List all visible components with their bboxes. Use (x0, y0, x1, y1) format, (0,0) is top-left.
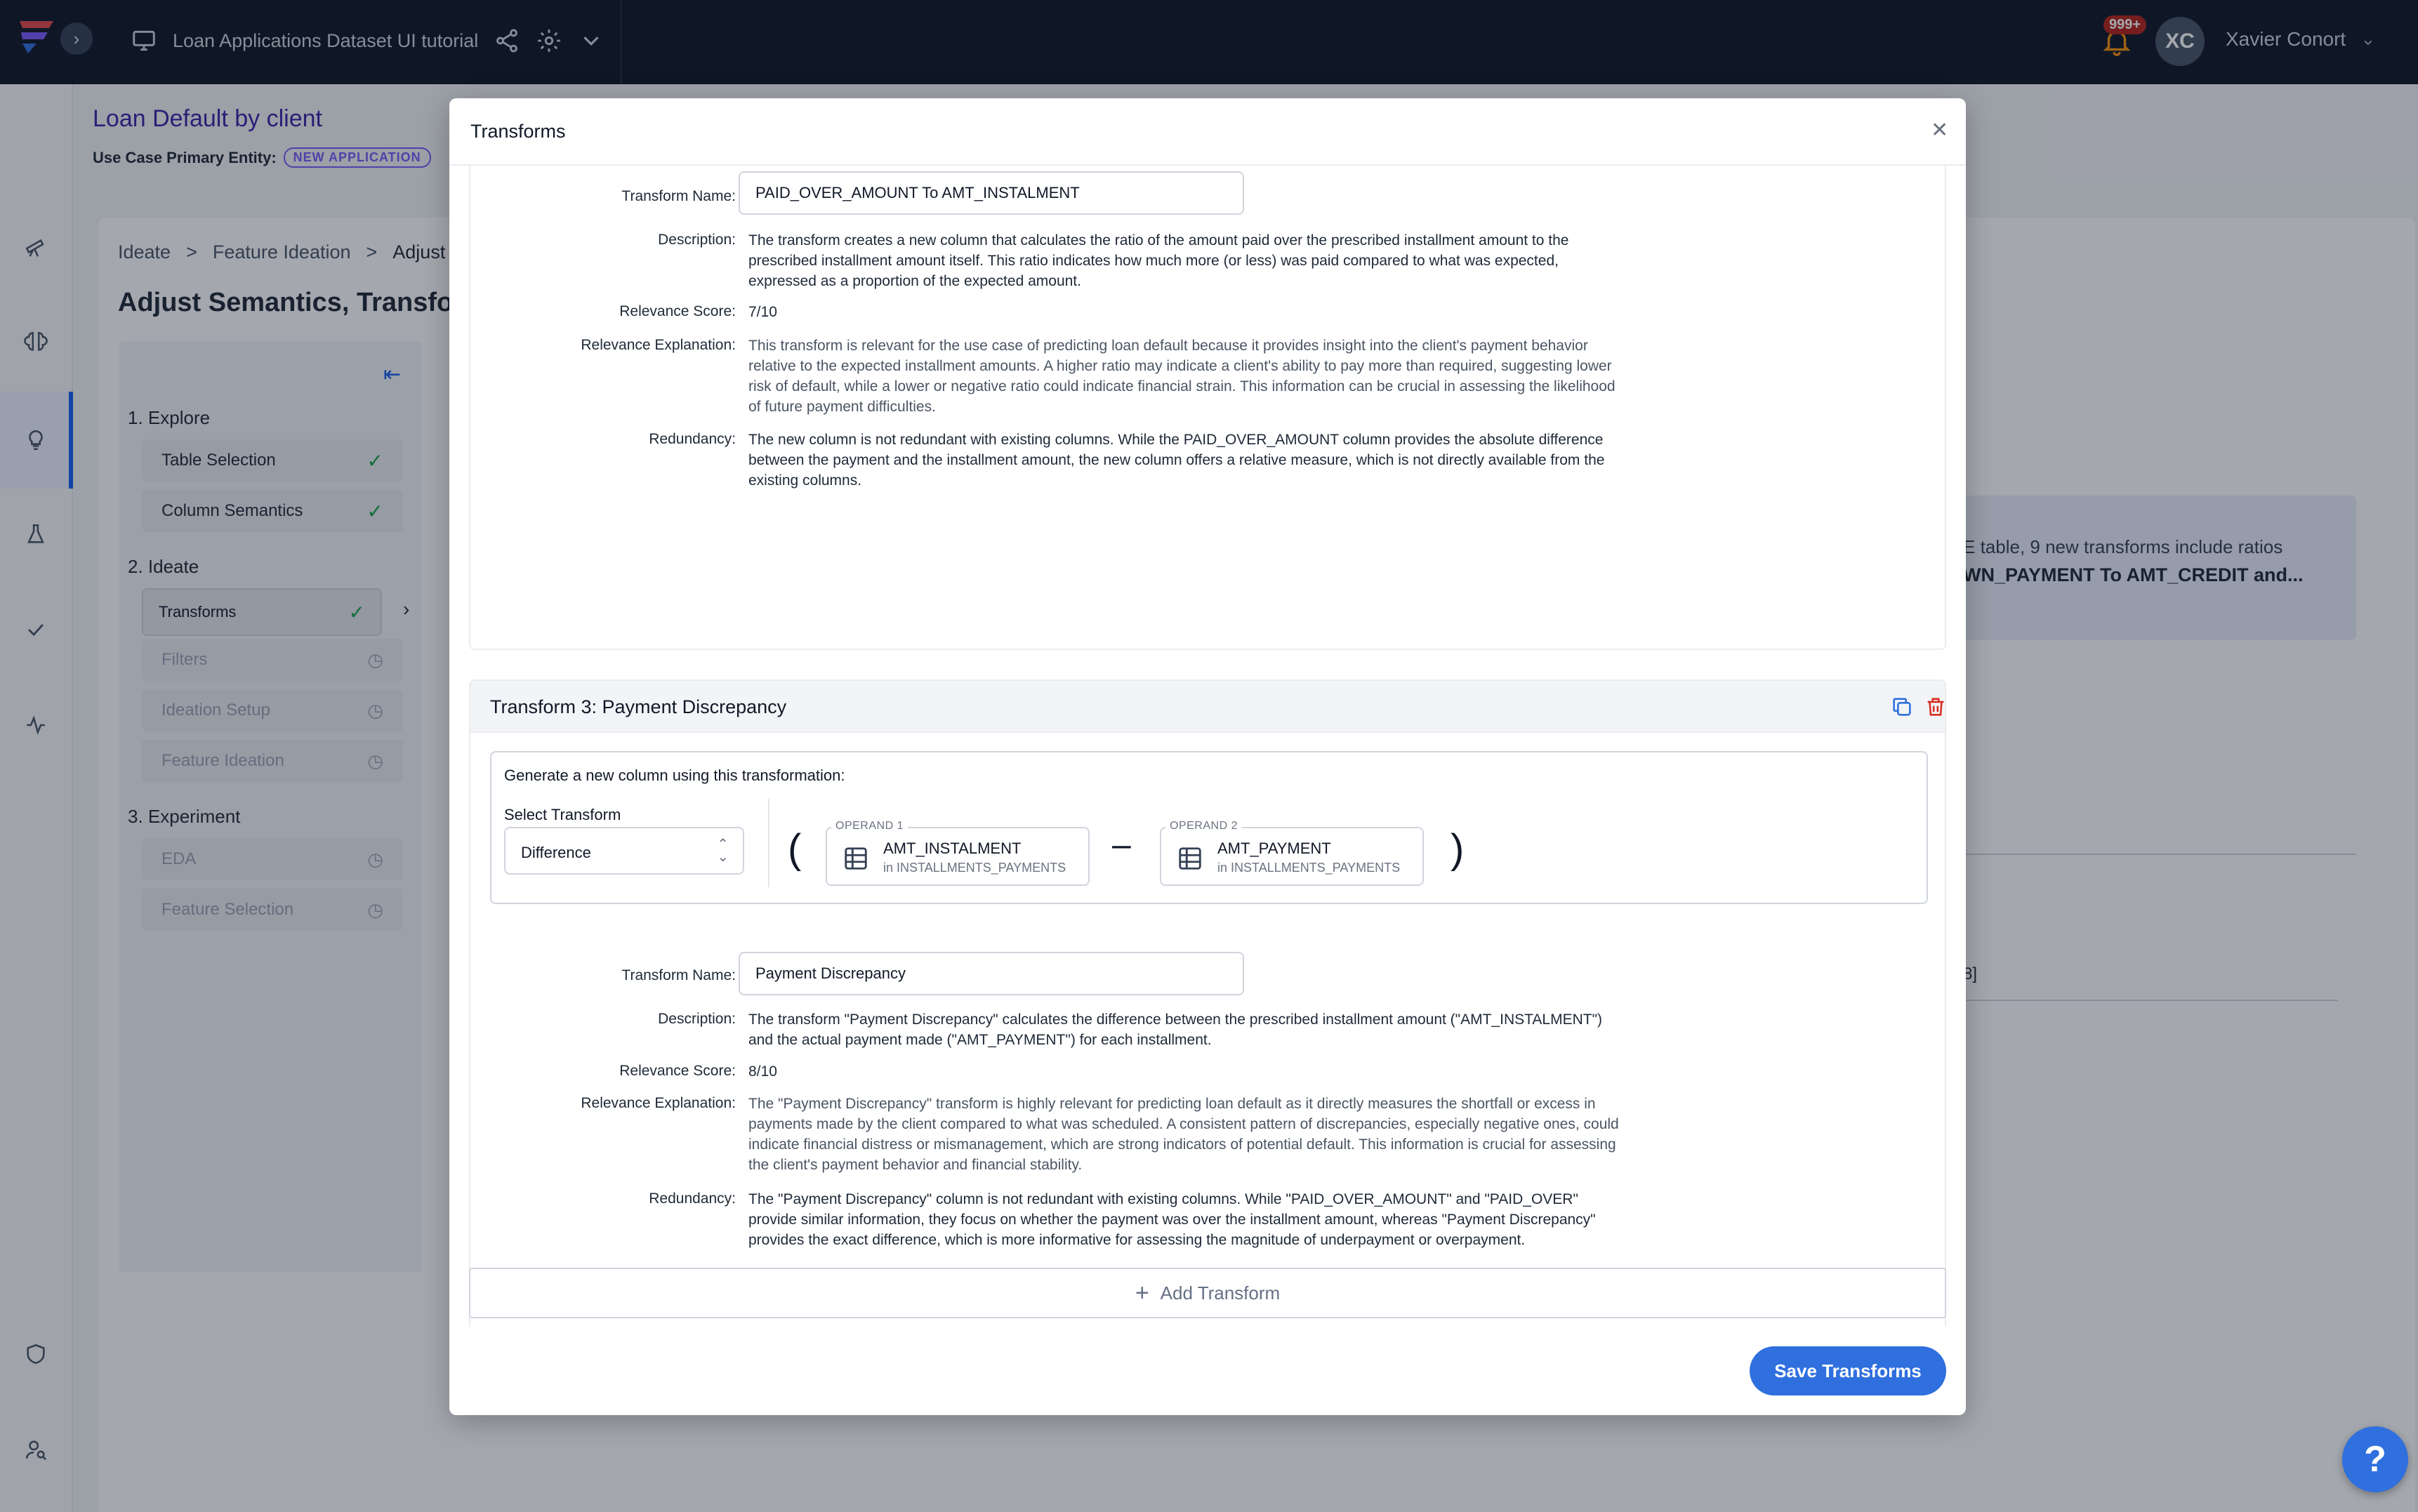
transform-card-header: Transform 3: Payment Discrepancy (470, 681, 1945, 733)
modal-header: Transforms ✕ (449, 98, 1966, 166)
close-parenthesis: ) (1451, 826, 1465, 872)
field-label: Transform Name: (621, 967, 736, 983)
transform-card-2: PAID_OVER_AMOUNT To AMT_INSTALMENT Trans… (469, 166, 1946, 650)
copy-icon[interactable] (1890, 695, 1914, 719)
operand-2-caption: OPERAND 2 (1165, 820, 1242, 833)
modal-body[interactable]: PAID_OVER_AMOUNT To AMT_INSTALMENT Trans… (449, 166, 1966, 1327)
add-transform-label: Add Transform (1160, 1282, 1281, 1304)
field-label: Description: (658, 1011, 736, 1027)
field-label: Relevance Explanation: (581, 1095, 736, 1111)
operand-1-caption: OPERAND 1 (831, 820, 908, 833)
operand-2-source: in INSTALLMENTS_PAYMENTS (1217, 861, 1400, 875)
redundancy-text: The "Payment Discrepancy" column is not … (748, 1191, 1596, 1248)
relevance-explanation-text: The "Payment Discrepancy" transform is h… (748, 1096, 1619, 1173)
table-icon (845, 847, 867, 870)
relevance-score-value: 7/10 (748, 304, 777, 320)
add-transform-button[interactable]: + Add Transform (469, 1268, 1946, 1318)
select-transform-label: Select Transform (504, 806, 621, 823)
transforms-modal: Transforms ✕ PAID_OVER_AMOUNT To AMT_INS… (449, 98, 1966, 1415)
operand-2-table: INSTALLMENTS_PAYMENTS (1231, 861, 1401, 875)
redundancy-text: The new column is not redundant with exi… (748, 432, 1605, 489)
transformation-builder: Generate a new column using this transfo… (490, 751, 1928, 904)
help-button[interactable]: ? (2342, 1426, 2408, 1492)
open-parenthesis: ( (788, 826, 802, 872)
operand-2-name: AMT_PAYMENT (1217, 840, 1331, 857)
field-label: Transform Name: (621, 188, 736, 204)
operand-1-table: INSTALLMENTS_PAYMENTS (897, 861, 1066, 875)
operand-in-label: in (883, 861, 894, 875)
field-label: Description: (658, 232, 736, 248)
field-label: Redundancy: (649, 1191, 736, 1207)
close-icon[interactable]: ✕ (1931, 118, 1948, 142)
up-down-chevron-icon: ⌃ ⌄ (717, 837, 729, 865)
save-transforms-button[interactable]: Save Transforms (1750, 1346, 1946, 1395)
select-transform-value: Difference (521, 844, 591, 861)
operand-2-box[interactable]: AMT_PAYMENT in INSTALLMENTS_PAYMENTS (1160, 827, 1424, 886)
field-label: Relevance Score: (619, 303, 736, 319)
operand-1-name: AMT_INSTALMENT (883, 840, 1022, 857)
transform-card-title: Transform 3: Payment Discrepancy (490, 696, 787, 717)
relevance-score-value: 8/10 (748, 1063, 777, 1080)
generate-label: Generate a new column using this transfo… (504, 767, 845, 784)
field-label: Relevance Score: (619, 1063, 736, 1079)
field-label: Redundancy: (649, 431, 736, 447)
select-transform-dropdown[interactable]: Difference ⌃ ⌄ (504, 827, 744, 875)
table-icon (1179, 847, 1201, 870)
transform-name-input[interactable]: Payment Discrepancy (739, 952, 1244, 995)
relevance-explanation-text: This transform is relevant for the use c… (748, 338, 1616, 415)
description-text: The transform "Payment Discrepancy" calc… (748, 1012, 1603, 1048)
description-text: The transform creates a new column that … (748, 232, 1569, 289)
transform-name-input[interactable]: PAID_OVER_AMOUNT To AMT_INSTALMENT (739, 171, 1244, 215)
transform-card-3: Transform 3: Payment Discrepancy Generat… (469, 679, 1946, 1327)
operand-1-box[interactable]: AMT_INSTALMENT in INSTALLMENTS_PAYMENTS (826, 827, 1090, 886)
modal-title: Transforms (470, 121, 566, 142)
trash-icon[interactable] (1924, 695, 1948, 719)
minus-operator: – (1112, 826, 1131, 863)
field-label: Relevance Explanation: (581, 337, 736, 353)
operand-in-label: in (1217, 861, 1228, 875)
plus-icon: + (1135, 1279, 1149, 1306)
operand-1-source: in INSTALLMENTS_PAYMENTS (883, 861, 1066, 875)
builder-divider (768, 799, 769, 887)
